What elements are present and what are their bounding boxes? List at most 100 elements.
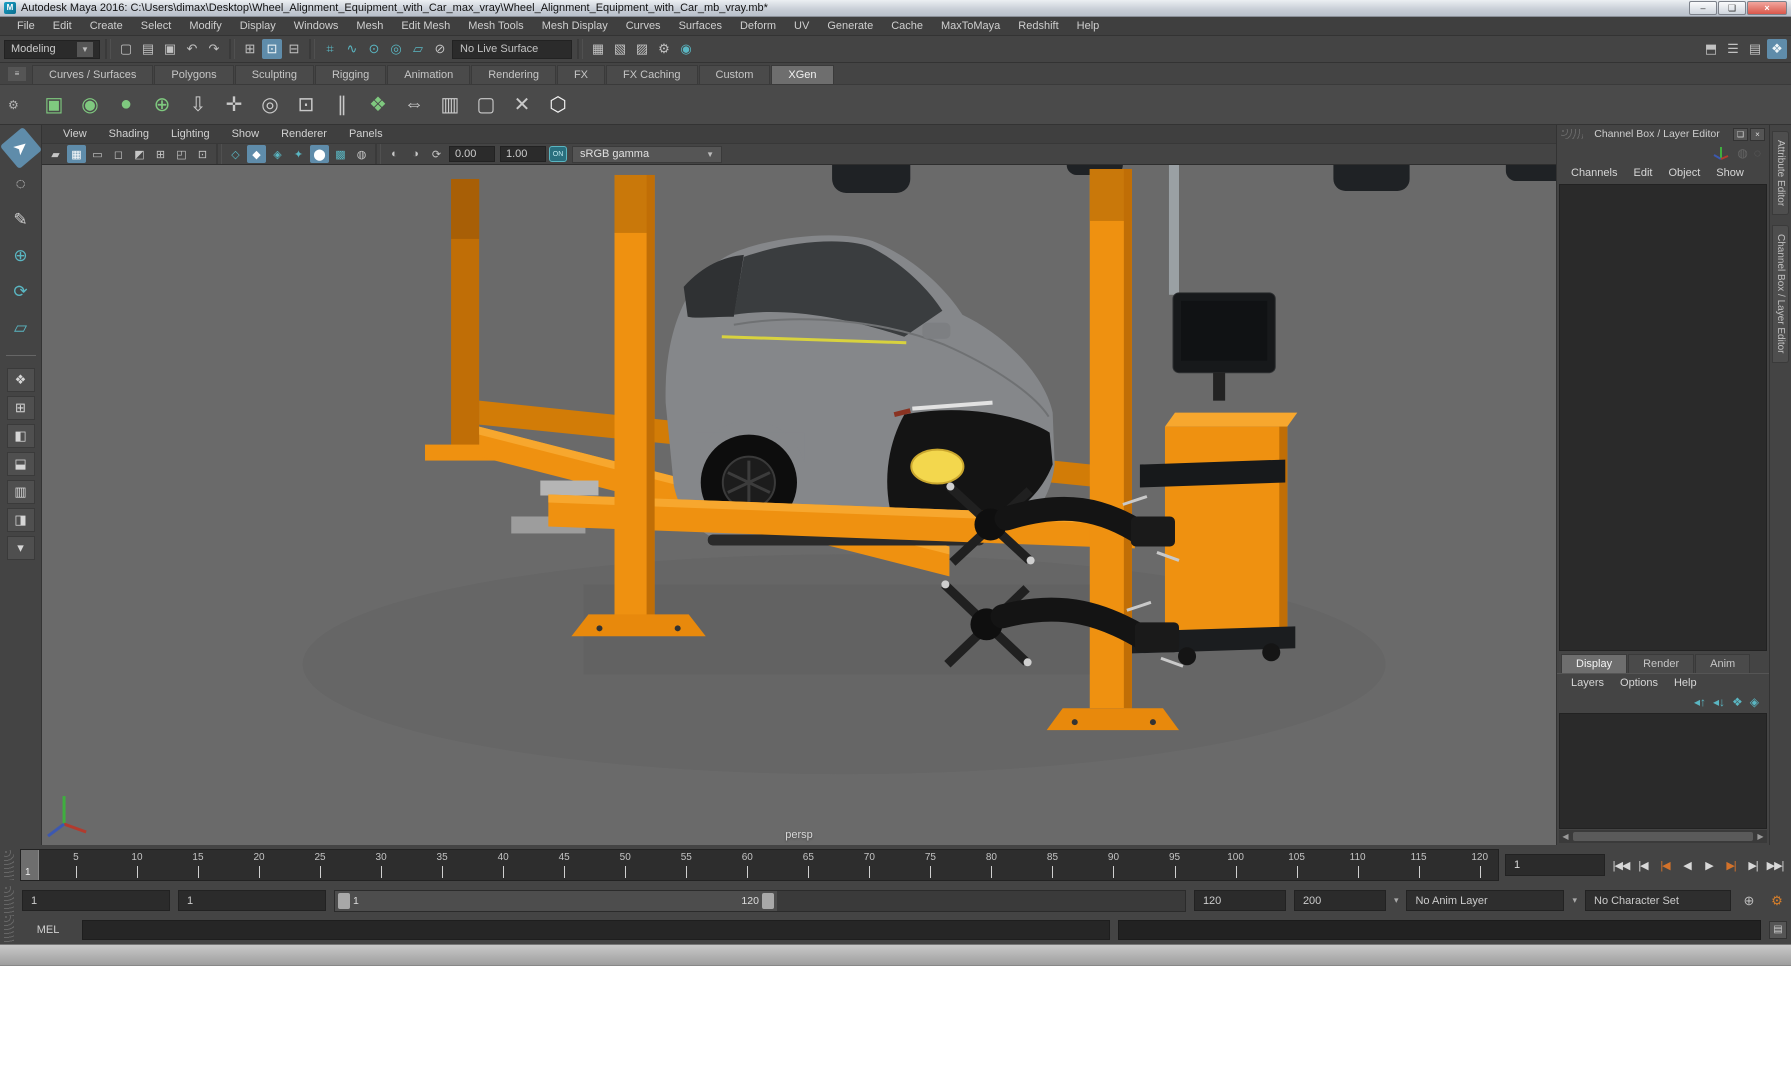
layer-editor-menu-item[interactable]: Options <box>1612 677 1666 689</box>
character-set-dropdown[interactable]: No Character Set <box>1585 890 1731 911</box>
gamma-toggle-icon[interactable]: ON <box>549 146 567 162</box>
script-editor-icon[interactable]: ▤ <box>1769 921 1787 939</box>
shelf-tab[interactable]: Sculpting <box>234 65 314 84</box>
go-to-start-button[interactable]: |◀◀ <box>1611 854 1631 876</box>
step-forward-key-button[interactable]: ▶| <box>1721 854 1741 876</box>
menu-item[interactable]: Curves <box>617 17 670 36</box>
shelf-tab[interactable]: Polygons <box>154 65 234 84</box>
panel-menu-item[interactable]: Shading <box>98 128 160 140</box>
menu-item[interactable]: Mesh <box>347 17 392 36</box>
menu-item[interactable]: Display <box>231 17 285 36</box>
layout-single-pane-button[interactable]: ❖ <box>6 368 35 392</box>
ipr-render-icon[interactable]: ▨ <box>632 39 652 59</box>
scroll-right-icon[interactable]: ▶ <box>1754 830 1767 843</box>
film-gate-icon[interactable]: ▭ <box>88 145 107 163</box>
command-input[interactable] <box>82 920 1110 940</box>
render-view-icon[interactable]: ▦ <box>588 39 608 59</box>
add-hair-icon[interactable]: ⊕ <box>146 89 178 121</box>
divider[interactable] <box>309 39 315 59</box>
layout-hypershade-button[interactable]: ▥ <box>6 480 35 504</box>
float-panel-icon[interactable]: ❑ <box>1733 127 1748 141</box>
animation-end-field[interactable]: 200 <box>1293 890 1386 911</box>
menu-item[interactable]: Windows <box>285 17 348 36</box>
snap-center-icon[interactable]: ◎ <box>386 39 406 59</box>
channel-list-empty[interactable] <box>1559 184 1767 651</box>
range-end-handle[interactable] <box>761 892 774 909</box>
drag-handle[interactable] <box>4 850 14 880</box>
layer-list-empty[interactable] <box>1559 713 1767 829</box>
shelf-menu-icon[interactable]: ≡ <box>8 67 26 81</box>
timeline-ruler[interactable]: 1 5 10 15 20 25 30 35 40 45 50 55 60 65 70 75 80 85 90 95 1… <box>20 849 1499 881</box>
menu-item[interactable]: Cache <box>882 17 932 36</box>
scroll-left-icon[interactable]: ◀ <box>1559 830 1572 843</box>
select-camera-icon[interactable]: ▰ <box>46 145 65 163</box>
convert-guides-icon[interactable]: ▢ <box>470 89 502 121</box>
divider[interactable] <box>229 39 235 59</box>
redo-icon[interactable]: ↷ <box>204 39 224 59</box>
channel-box-header[interactable]: Channel Box / Layer Editor ❑ × <box>1557 125 1769 143</box>
go-to-end-button[interactable]: ▶▶| <box>1765 854 1785 876</box>
gamma-field[interactable]: 1.00 <box>500 146 546 162</box>
minimize-button[interactable]: – <box>1689 1 1717 15</box>
channel-box-toggle-icon[interactable]: ❖ <box>1767 39 1787 59</box>
select-component-icon[interactable]: ⊟ <box>284 39 304 59</box>
isolate-select-icon[interactable]: ◐ <box>385 145 404 163</box>
move-layer-up-icon[interactable]: ◂↑ <box>1694 695 1706 709</box>
render-settings-icon[interactable]: ⚙ <box>654 39 674 59</box>
make-live-icon[interactable]: ⊘ <box>430 39 450 59</box>
menu-item[interactable]: Redshift <box>1009 17 1067 36</box>
anim-layer-dropdown[interactable]: No Anim Layer <box>1406 890 1565 911</box>
shelf-tab[interactable]: FX <box>556 65 606 84</box>
speed-slow-icon[interactable]: ◍ <box>1737 146 1747 160</box>
menu-item[interactable]: Modify <box>180 17 230 36</box>
divider[interactable] <box>105 39 111 59</box>
layer-editor-tab[interactable]: Anim <box>1695 654 1751 673</box>
menu-item[interactable]: Deform <box>731 17 785 36</box>
menu-item[interactable]: Help <box>1068 17 1109 36</box>
new-scene-icon[interactable]: ▢ <box>116 39 136 59</box>
wireframe-icon[interactable]: ◇ <box>226 145 245 163</box>
menu-item[interactable]: Select <box>132 17 181 36</box>
layer-editor-menu-item[interactable]: Layers <box>1563 677 1612 689</box>
shelf-tab[interactable]: XGen <box>771 65 834 84</box>
new-empty-layer-icon[interactable]: ❖ <box>1732 695 1743 709</box>
shelf-tab[interactable]: Curves / Surfaces <box>32 65 154 84</box>
panel-menu-item[interactable]: View <box>52 128 98 140</box>
select-tool[interactable]: ➤ <box>0 126 42 170</box>
panel-menu-item[interactable]: Renderer <box>270 128 338 140</box>
car-model[interactable] <box>665 235 1055 546</box>
drag-handle[interactable] <box>4 885 14 916</box>
show-guides-icon[interactable]: ◎ <box>254 89 286 121</box>
chevron-down-icon[interactable]: ▾ <box>1394 895 1399 906</box>
step-back-frame-button[interactable]: |◀ <box>1633 854 1653 876</box>
menu-item[interactable]: Edit <box>44 17 81 36</box>
tab-channel-box[interactable]: Channel Box / Layer Editor <box>1772 225 1789 363</box>
smooth-shade-icon[interactable]: ◆ <box>247 145 266 163</box>
colorspace-dropdown[interactable]: sRGB gamma ▼ <box>572 145 722 163</box>
tool-settings-icon[interactable]: ☰ <box>1723 39 1743 59</box>
layer-editor-tab[interactable]: Render <box>1628 654 1695 673</box>
select-object-icon[interactable]: ⊡ <box>262 39 282 59</box>
open-scene-icon[interactable]: ▤ <box>138 39 158 59</box>
layout-persp-outliner-button[interactable]: ◧ <box>6 424 35 448</box>
lock-guides-icon[interactable]: ⊡ <box>290 89 322 121</box>
xgen-preview-icon[interactable]: ◉ <box>74 89 106 121</box>
channel-box-menu-item[interactable]: Object <box>1660 167 1708 179</box>
attribute-editor-toggle-icon[interactable]: ▤ <box>1745 39 1765 59</box>
chevron-down-icon[interactable]: ▾ <box>1572 895 1577 906</box>
panel-menu-item[interactable]: Show <box>221 128 271 140</box>
resolution-gate-icon[interactable]: ◻ <box>109 145 128 163</box>
move-layer-down-icon[interactable]: ◂↓ <box>1713 695 1725 709</box>
menu-item[interactable]: Edit Mesh <box>392 17 459 36</box>
select-guides-icon[interactable]: ▥ <box>434 89 466 121</box>
tab-attribute-editor[interactable]: Attribute Editor <box>1772 131 1789 216</box>
divider[interactable] <box>577 39 583 59</box>
xgen-layers-icon[interactable]: ❖ <box>362 89 394 121</box>
channel-box-menu-item[interactable]: Channels <box>1563 167 1625 179</box>
interactive-groom-icon[interactable]: ⬡ <box>542 89 574 121</box>
speed-fast-icon[interactable]: ◌ <box>1754 146 1761 160</box>
move-tool[interactable]: ⊕ <box>6 241 36 271</box>
menu-item[interactable]: UV <box>785 17 818 36</box>
gate-mask-icon[interactable]: ◩ <box>130 145 149 163</box>
exposure-icon[interactable]: ⟳ <box>427 145 446 163</box>
